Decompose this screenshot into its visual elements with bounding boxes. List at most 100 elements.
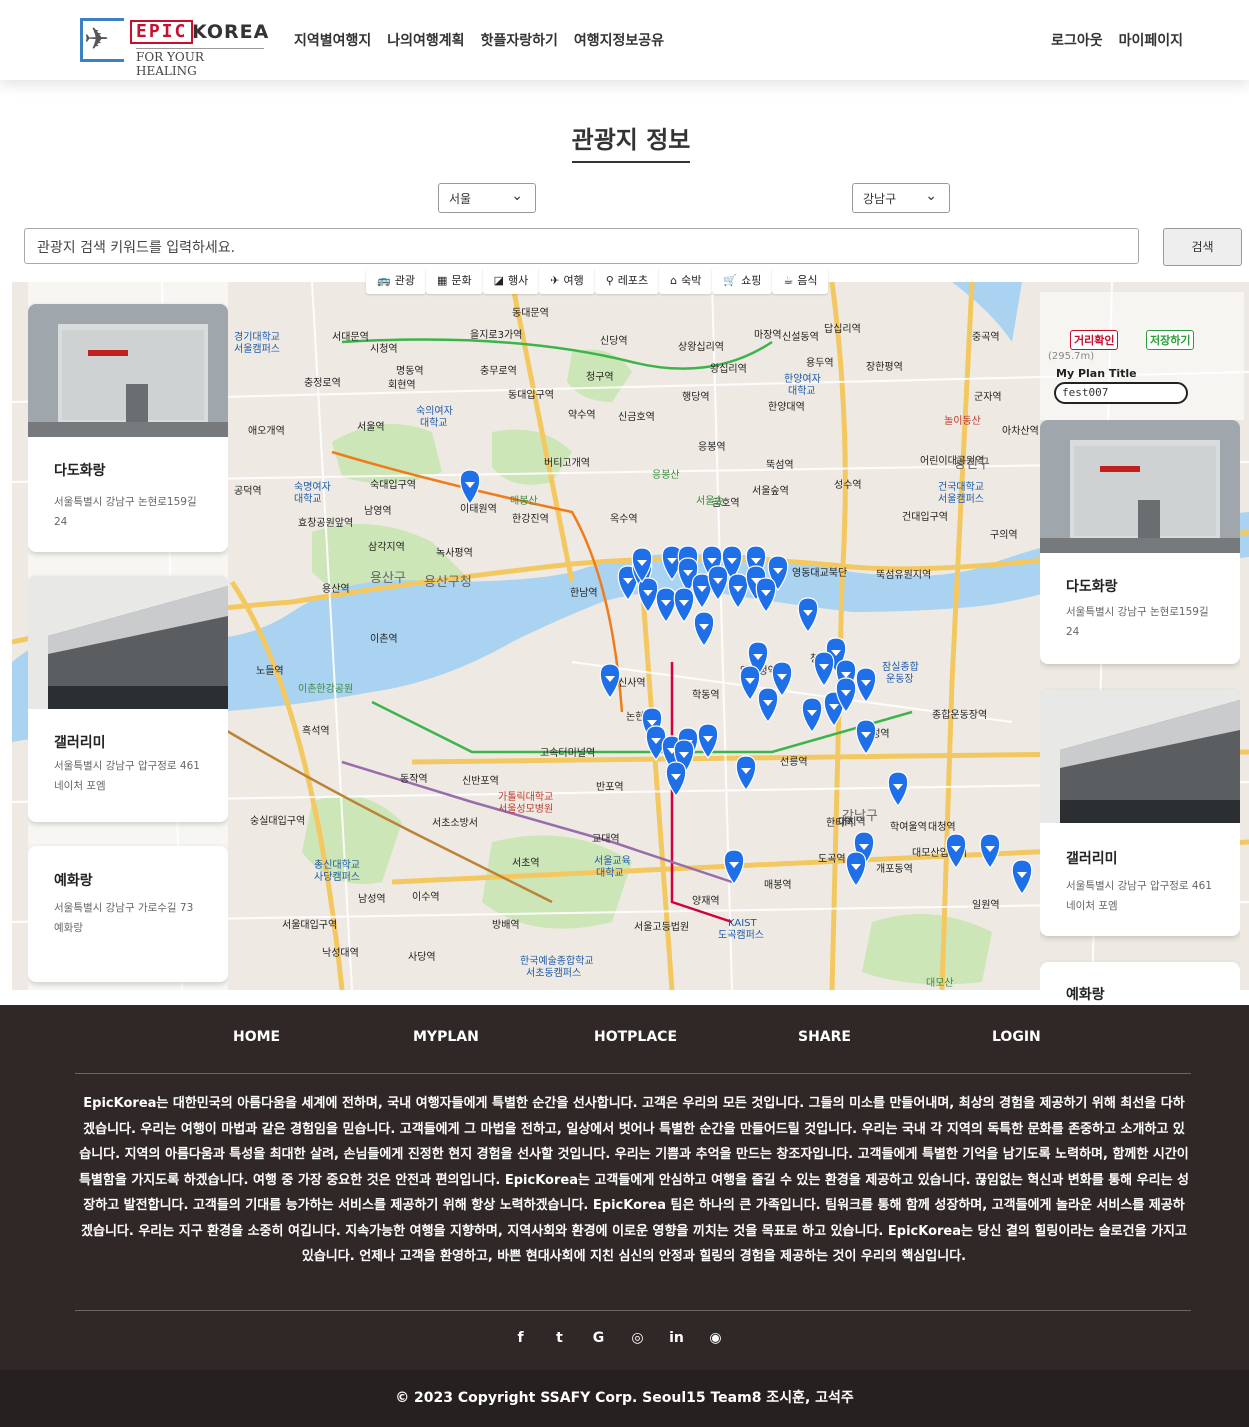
google-icon[interactable]: G [590,1330,607,1347]
category-tab[interactable]: ☕ 음식 [772,268,829,294]
category-label: 레포츠 [617,274,649,287]
mypage-link[interactable]: 마이페이지 [1119,30,1183,50]
svg-text:서울캠퍼스: 서울캠퍼스 [234,343,280,355]
svg-text:마장역: 마장역 [754,329,782,341]
page-title-wrap: 관광지 정보 [0,120,1249,163]
category-tab[interactable]: ⌂ 숙박 [659,268,713,294]
svg-text:반포역: 반포역 [596,781,624,793]
svg-text:신사역: 신사역 [618,677,646,689]
page-title: 관광지 정보 [571,120,691,163]
epickorea-logo[interactable]: ✈ EPIC KOREA FOR YOUR HEALING [78,16,270,78]
spot-address: 서울특별시 강남구 압구정로 461 네이처 포엠 [54,760,200,792]
svg-text:고속터미널역: 고속터미널역 [540,747,595,759]
svg-text:을지로3가역: 을지로3가역 [470,329,522,341]
svg-text:경기대학교: 경기대학교 [234,330,280,343]
category-tab[interactable]: ✈ 여행 [539,268,595,294]
facebook-icon[interactable]: f [512,1330,529,1347]
svg-text:서울캠퍼스: 서울캠퍼스 [938,493,984,505]
svg-text:장한평역: 장한평역 [866,361,903,373]
category-tab[interactable]: ◪ 행사 [482,268,540,294]
spot-address: 서울특별시 강남구 압구정로 461 네이처 포엠 [1066,880,1212,912]
svg-text:놀이동산: 놀이동산 [944,415,981,427]
spot-card[interactable]: 예화랑 서울특별시 강남구 가로수길 73 예화랑 [28,846,228,982]
spot-name: 다도화랑 [54,463,106,479]
distance-check-button[interactable]: 거리확인 [1070,330,1119,350]
nav-my-plan[interactable]: 나의여행계획 [387,30,464,50]
category-tab[interactable]: ⚲ 레포츠 [594,268,660,294]
spot-card[interactable]: 다도화랑 서울특별시 강남구 논현로159길 24 [28,304,228,552]
svg-text:서울성모병원: 서울성모병원 [498,803,553,815]
spot-name: 갤러리미 [1066,851,1118,867]
svg-text:뚝섬유원지역: 뚝섬유원지역 [876,569,931,581]
github-icon[interactable]: ◉ [707,1330,724,1347]
spot-photo [1040,690,1240,823]
spot-card[interactable]: 갤러리미 서울특별시 강남구 압구정로 461 네이처 포엠 [28,576,228,822]
category-tab[interactable]: 🛒 쇼핑 [712,268,773,294]
plan-title-label: My Plan Title [1056,367,1137,380]
svg-text:군자역: 군자역 [974,391,1002,403]
category-label: 문화 [451,274,472,287]
svg-text:한양대역: 한양대역 [768,401,805,413]
svg-text:서울역: 서울역 [357,421,385,433]
svg-text:신금호역: 신금호역 [618,411,655,423]
svg-text:개포동역: 개포동역 [876,863,913,875]
chevron-down-icon: ⌄ [511,188,523,204]
logo-epic-text: EPIC [130,20,194,44]
spot-card[interactable]: 예화랑 [1040,962,1240,1004]
nav-regional-spots[interactable]: 지역별여행지 [294,30,371,50]
spot-name: 다도화랑 [1066,579,1118,595]
spot-card[interactable]: 다도화랑 서울특별시 강남구 논현로159길 24 [1040,420,1240,664]
svg-text:강남구: 강남구 [842,809,878,824]
footer-share-link[interactable]: SHARE [798,1029,851,1045]
nav-share-info[interactable]: 여행지정보공유 [574,30,664,50]
spot-address: 서울특별시 강남구 논현로159길 24 [1066,606,1209,638]
nav-hotplace[interactable]: 핫플자랑하기 [481,30,558,50]
footer-myplan-link[interactable]: MYPLAN [413,1029,479,1045]
distance-readout: (295.7m) [1048,351,1095,362]
footer-hotplace-link[interactable]: HOTPLACE [594,1029,677,1045]
search-button[interactable]: 검색 [1163,228,1242,266]
site-header: ✈ EPIC KOREA FOR YOUR HEALING 지역별여행지 나의여… [0,0,1249,80]
plan-panel: 거리확인 저장하기 (295.7m) My Plan Title fest007 [1040,292,1244,420]
district-select[interactable]: 강남구 ⌄ [852,183,950,213]
cart-icon: 🛒 [723,274,738,287]
spot-name: 갤러리미 [54,735,106,751]
svg-text:서울대입구역: 서울대입구역 [282,918,337,931]
footer-login-link[interactable]: LOGIN [992,1029,1041,1045]
spot-address: 서울특별시 강남구 가로수길 73 예화랑 [54,902,194,934]
svg-text:용산역: 용산역 [322,583,350,595]
svg-text:대학교: 대학교 [596,867,624,879]
region-select[interactable]: 서울 ⌄ [438,183,536,213]
spot-photo [28,576,228,709]
search-input[interactable]: 관광지 검색 키워드를 입력하세요. [24,228,1139,264]
plan-title-value: fest007 [1062,386,1109,399]
svg-text:이촌한강공원: 이촌한강공원 [298,683,353,695]
plan-title-input[interactable]: fest007 [1054,382,1188,404]
region-select-value: 서울 [449,192,472,206]
svg-text:선릉역: 선릉역 [780,756,808,768]
save-plan-button[interactable]: 저장하기 [1146,330,1195,350]
instagram-icon[interactable]: ◎ [629,1330,646,1347]
svg-text:신반포역: 신반포역 [462,775,499,787]
spot-card[interactable]: 갤러리미 서울특별시 강남구 압구정로 461 네이처 포엠 [1040,690,1240,936]
logout-link[interactable]: 로그아웃 [1051,30,1103,50]
svg-text:서울교육: 서울교육 [594,855,631,867]
svg-text:용두역: 용두역 [806,357,834,369]
category-tab[interactable]: ▦ 문화 [425,268,483,294]
right-result-panel[interactable]: 다도화랑 서울특별시 강남구 논현로159길 24 갤러리미 서울특별시 강남구… [1040,420,1240,1004]
svg-text:응봉역: 응봉역 [698,441,726,453]
twitter-icon[interactable]: t [551,1330,568,1347]
category-tab[interactable]: 🚌 관광 [366,268,426,294]
spot-name: 예화랑 [1066,987,1105,1003]
footer-home-link[interactable]: HOME [233,1029,280,1045]
left-result-panel[interactable]: 다도화랑 서울특별시 강남구 논현로159길 24 갤러리미 서울특별시 강남구… [28,282,228,998]
linkedin-icon[interactable]: in [668,1330,685,1347]
svg-text:이촌역: 이촌역 [370,633,398,645]
logo-korea-text: KOREA [192,21,270,43]
svg-text:종합운동장역: 종합운동장역 [932,709,987,721]
svg-text:뚝섬역: 뚝섬역 [766,459,794,471]
svg-text:한양여자: 한양여자 [784,373,821,385]
svg-text:동작역: 동작역 [400,773,428,785]
copyright: © 2023 Copyright SSAFY Corp. Seoul15 Tea… [0,1370,1249,1427]
svg-text:명동역: 명동역 [396,365,424,377]
